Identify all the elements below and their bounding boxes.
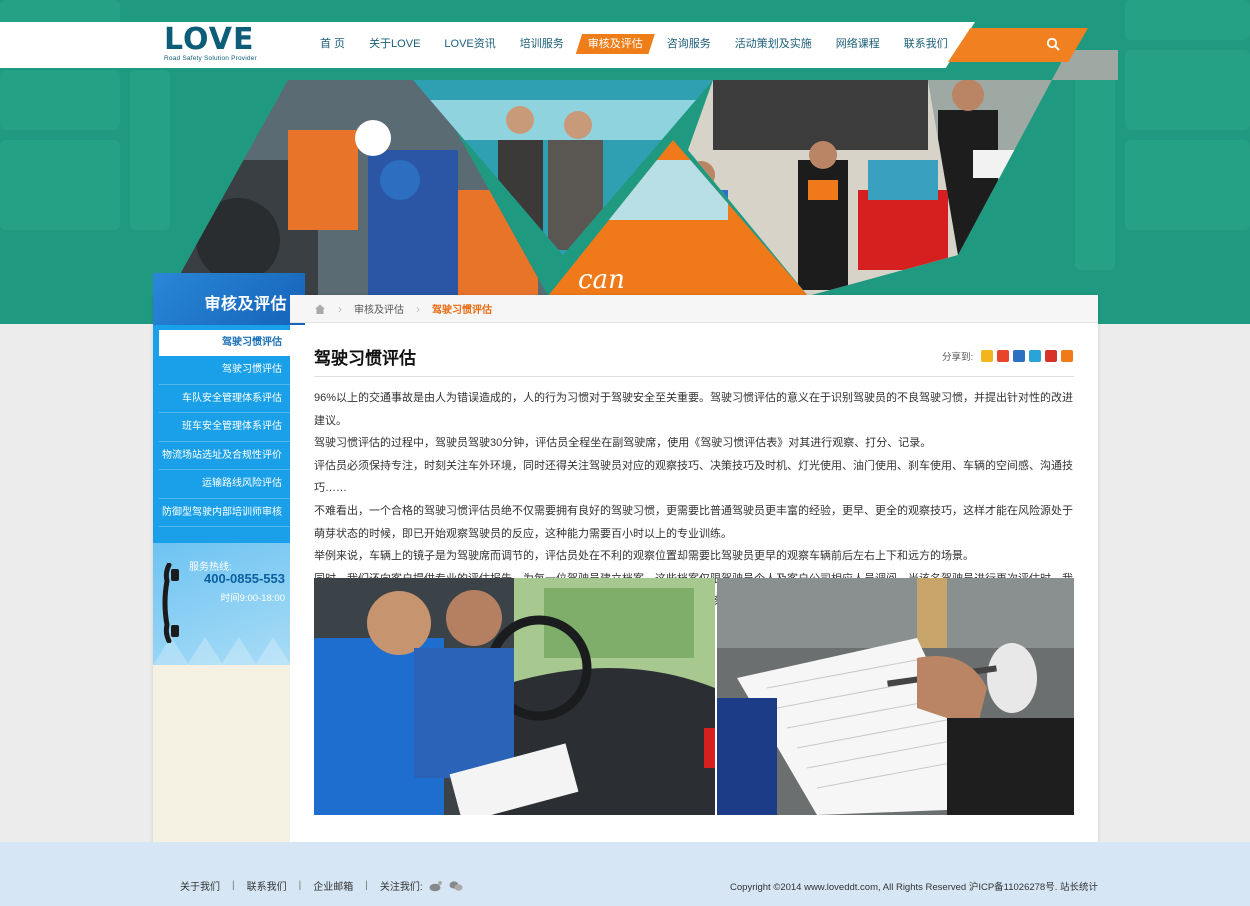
breadcrumb: › 审核及评估 › 驾驶习惯评估 [290,295,1098,323]
weibo-icon[interactable] [429,880,443,892]
nav-about[interactable]: 关于LOVE [357,34,432,54]
home-icon[interactable] [314,303,326,315]
nav-contact[interactable]: 联系我们 [892,34,960,54]
nav-training[interactable]: 培训服务 [508,34,576,54]
article-paragraph: 评估员必须保持专注，时刻关注车外环境，同时还得关注驾驶员对应的观察技巧、决策技巧… [314,459,1073,495]
svg-text:can: can [578,265,625,295]
tencent-weibo-share-icon[interactable] [1029,350,1042,362]
sidebar-item-driving-habit-active[interactable]: 驾驶习惯评估 [159,330,290,356]
sidebar-filler [153,665,290,865]
logo-tagline: Road Safety Solution Provider [164,55,257,62]
footer-separator: | [365,880,368,891]
footer-link-email[interactable]: 企业邮箱 [313,878,353,893]
article-paragraph: 96%以上的交通事故是由人为错误造成的，人的行为习惯对于驾驶安全至关重要。驾驶习… [314,392,1074,427]
footer-separator: | [298,880,302,891]
hotline-box: 服务热线: 400-0855-553 时间9:00-18:00 [153,543,290,665]
search-icon [1046,37,1060,51]
sidebar-menu: 驾驶习惯评估 驾驶习惯评估 车队安全管理体系评估 班车安全管理体系评估 物流场站… [153,325,290,543]
article-paragraph: 举例来说，车辆上的镜子是为驾驶席而调节的，评估员处在不利的观察位置却需要比驾驶员… [314,550,974,563]
footer-link-about[interactable]: 关于我们 [180,878,220,893]
footer-follow-label: 关注我们: [379,882,423,893]
footer [0,842,1250,906]
netease-share-icon[interactable] [1045,350,1058,362]
more-share-icon[interactable] [1061,350,1074,362]
footer-links: 关于我们 | 联系我们 | 企业邮箱 | 关注我们: [180,878,463,893]
chevron-right-icon: › [338,301,342,316]
sidebar-item-logistics-site[interactable]: 物流场站选址及合规性评价 [159,442,290,470]
nav-audit[interactable]: 审核及评估 [575,34,655,54]
nav-online-courses[interactable]: 网络课程 [824,34,892,54]
sidebar-item-driving-habit[interactable]: 驾驶习惯评估 [159,356,290,385]
logo[interactable]: LOVE Road Safety Solution Provider [164,25,274,65]
footer-separator: | [232,880,235,891]
nav-consulting[interactable]: 咨询服务 [655,34,723,54]
sidebar-header: 审核及评估 [153,273,305,325]
copyright: Copyright ©2014 www.loveddt.com, All Rig… [730,882,1098,893]
share-bar: 分享到: [942,349,1074,363]
nav-news[interactable]: LOVE资讯 [432,34,507,54]
telephone-icon [162,563,179,643]
footer-link-contact[interactable]: 联系我们 [247,878,287,893]
weibo-share-icon[interactable] [997,350,1010,362]
sidebar-item-shuttle-safety[interactable]: 班车安全管理体系评估 [159,413,290,442]
wechat-icon[interactable] [449,880,463,892]
sidebar-item-trainer-audit[interactable]: 防御型驾驶内部培训师审核 [159,499,290,527]
hero-photo-collage: can [168,50,1118,296]
nav-home[interactable]: 首 页 [308,34,357,54]
assessment-photo-form [717,578,1074,815]
sidebar-title: 审核及评估 [204,296,287,313]
qzone-share-icon[interactable] [981,350,994,362]
article-paragraph: 不难看出，一个合格的驾驶习惯评估员绝不仅需要拥有良好的驾驶习惯，更需要比普通驾驶… [314,504,1073,540]
breadcrumb-section[interactable]: 审核及评估 [354,301,404,316]
assessment-photo-driver [314,578,715,815]
search-button[interactable] [948,28,1088,62]
sidebar-item-route-risk[interactable]: 运输路线风险评估 [159,470,290,499]
hotline-hours: 时间9:00-18:00 [220,593,285,604]
logo-text: LOVE [164,22,255,57]
chevron-right-icon: › [416,301,420,316]
breadcrumb-current: 驾驶习惯评估 [432,305,492,316]
title-divider [314,376,1074,377]
main-nav: 首 页 关于LOVE LOVE资讯 培训服务 审核及评估 咨询服务 活动策划及实… [308,34,960,54]
nav-events[interactable]: 活动策划及实施 [723,34,824,54]
hotline-number: 400-0855-553 [204,571,285,586]
renren-share-icon[interactable] [1013,350,1026,362]
page-title: 驾驶习惯评估 [314,349,416,368]
sidebar-item-fleet-safety[interactable]: 车队安全管理体系评估 [159,385,290,413]
article-paragraph: 驾驶习惯评估的过程中，驾驶员驾驶30分钟，评估员全程坐在副驾驶席，使用《驾驶习惯… [314,437,932,450]
share-label: 分享到: [942,352,974,363]
